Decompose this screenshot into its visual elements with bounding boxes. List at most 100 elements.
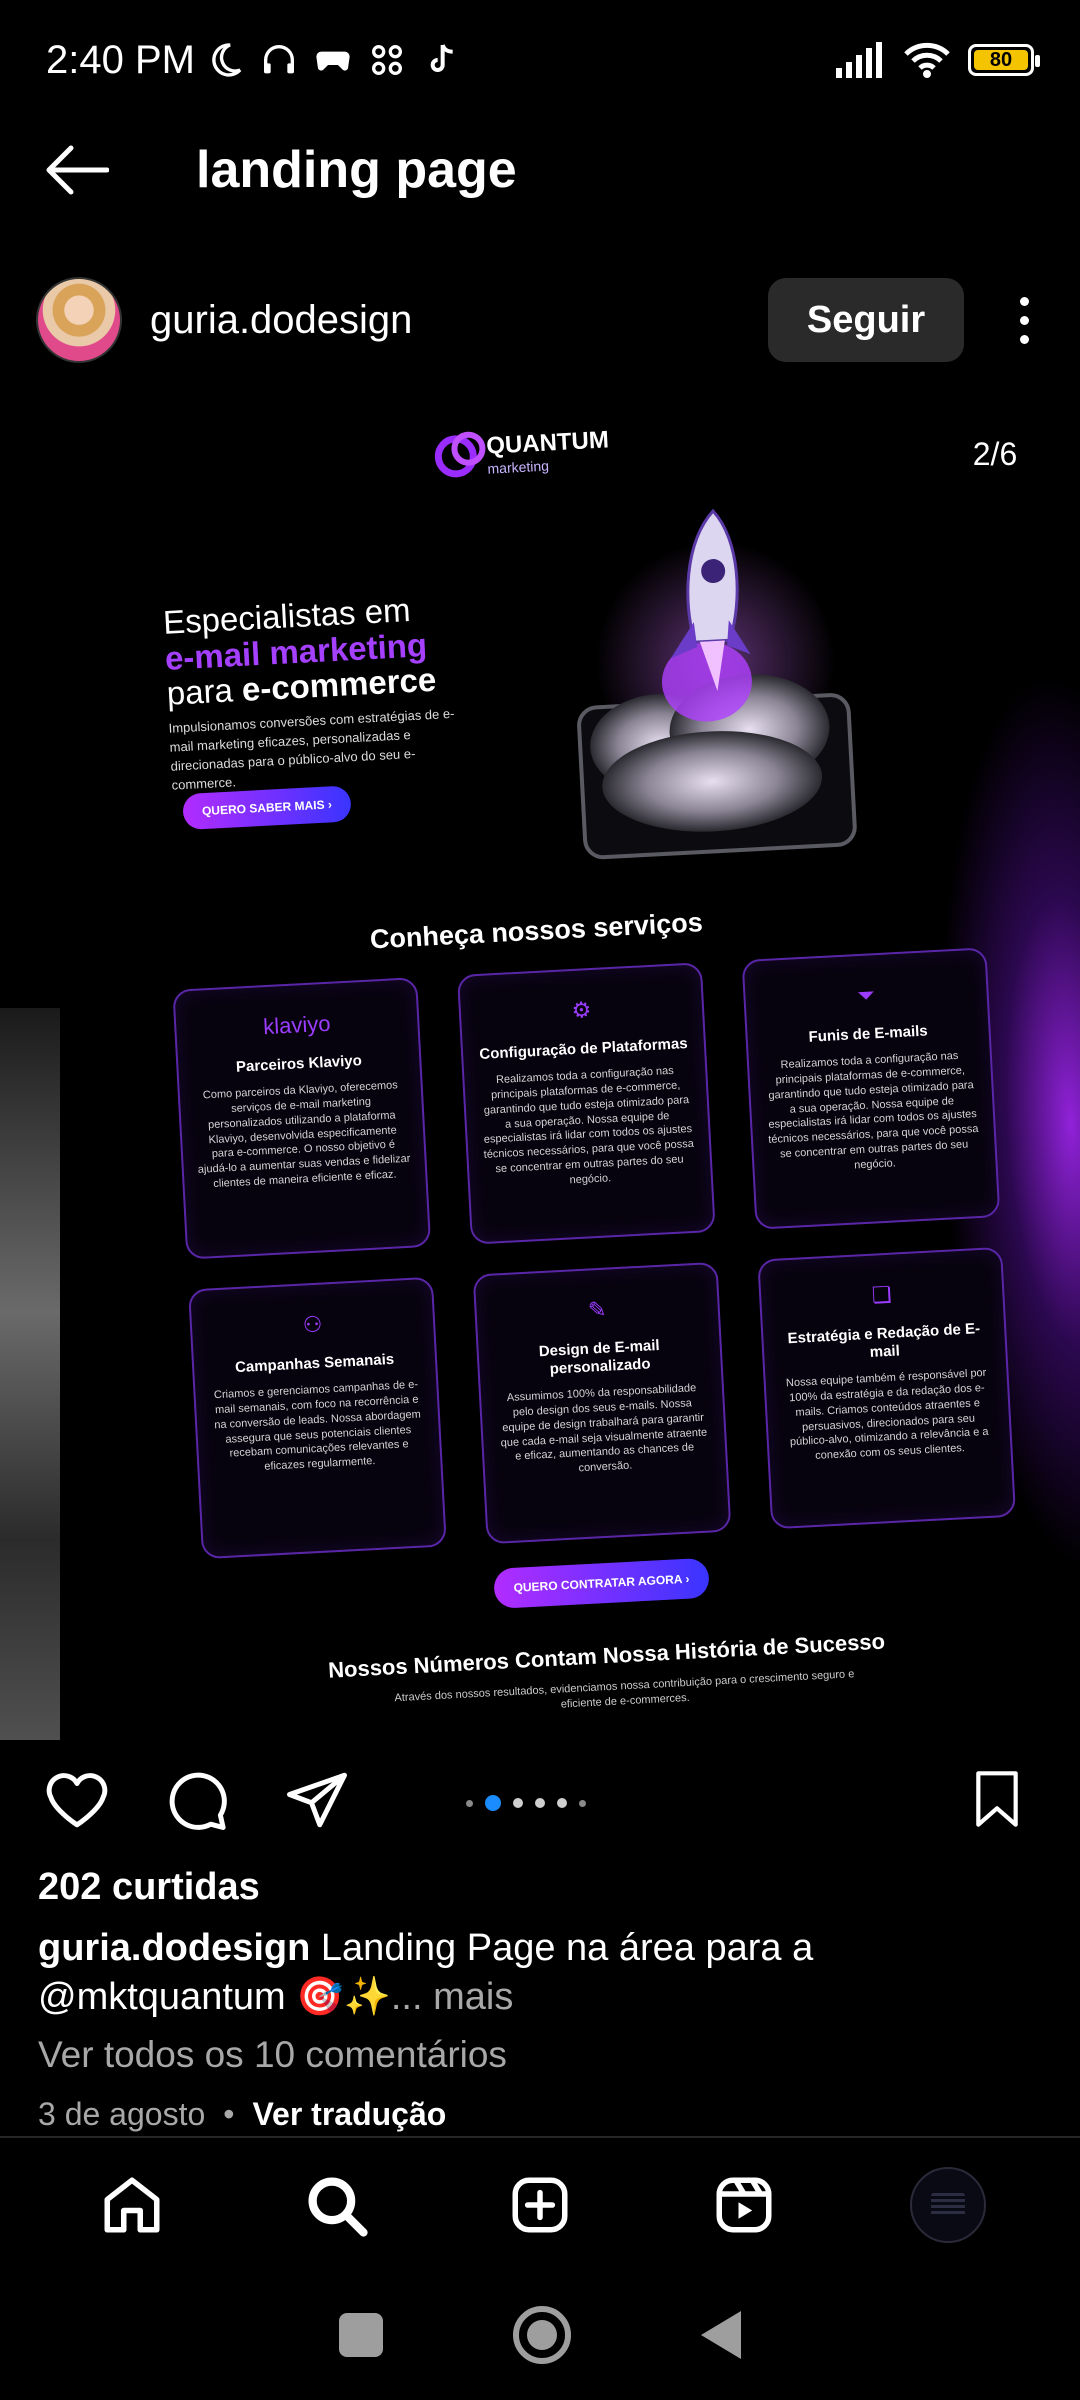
follow-button[interactable]: Seguir — [768, 278, 964, 362]
app-grid-icon — [371, 45, 402, 76]
service-card-title: Parceiros Klaviyo — [235, 1052, 363, 1076]
service-card-title: Estratégia e Redação de E-mail — [787, 1320, 981, 1361]
arrow-left-icon — [46, 145, 109, 195]
carousel-dot-active — [485, 1795, 501, 1811]
service-card-title: Funis de E-mails — [808, 1022, 929, 1046]
service-card: ✎ Design de E-mail personalizado Assumim… — [472, 1261, 732, 1545]
hero-line-3a: para — [165, 671, 243, 713]
hero-description: Impulsionamos conversões com estratégias… — [168, 705, 455, 793]
service-card-desc: Realizamos toda a configuração nas princ… — [483, 1064, 695, 1187]
tiktok-icon — [430, 44, 453, 72]
status-icons-left — [205, 40, 461, 80]
nav-search[interactable] — [291, 2160, 381, 2250]
carousel-indicator — [466, 1795, 586, 1811]
service-card-title: Campanhas Semanais — [234, 1350, 395, 1377]
profile-avatar-image — [931, 2193, 965, 2217]
meta-separator: • — [223, 2096, 235, 2132]
save-button[interactable] — [962, 1764, 1032, 1834]
magic-wand-icon: ✎ — [587, 1296, 608, 1323]
nav-home[interactable] — [87, 2160, 177, 2250]
bookmark-icon — [976, 1771, 1018, 1827]
service-card: ⏷ Funis de E-mails Realizamos toda a con… — [741, 947, 1001, 1230]
avatar[interactable] — [36, 277, 122, 363]
nav-profile[interactable] — [903, 2160, 993, 2250]
rocket-illustration — [577, 508, 857, 860]
heart-icon — [46, 1773, 108, 1828]
search-icon — [308, 2177, 368, 2237]
hero-title: Especialistas em e-mail marketing para e… — [162, 591, 437, 712]
likes-count[interactable]: 202 curtidas — [38, 1866, 260, 1909]
home-dot-icon — [527, 2320, 557, 2350]
nav-create[interactable] — [495, 2160, 585, 2250]
caption-more-link[interactable]: ... mais — [391, 1976, 513, 2018]
gamepad-icon — [316, 51, 350, 71]
carousel-dot — [535, 1798, 545, 1808]
carousel-dot — [557, 1798, 567, 1808]
post-username[interactable]: guria.dodesign — [150, 298, 412, 343]
send-icon — [287, 1772, 347, 1828]
post-media[interactable]: QUANTUM marketing Especialistas em e-mai… — [0, 388, 1080, 1740]
service-card-desc: Realizamos toda a configuração nas princ… — [768, 1049, 979, 1172]
service-card: klaviyo Parceiros Klaviyo Como parceiros… — [172, 977, 432, 1260]
comment-icon — [169, 1772, 227, 1830]
more-dot-icon — [1019, 296, 1029, 306]
comment-button[interactable] — [162, 1765, 232, 1835]
battery-icon: 80 — [968, 44, 1040, 76]
status-bar: 2:40 PM 80 — [0, 0, 1080, 120]
carousel-dot — [513, 1798, 523, 1808]
page-header: landing page — [0, 120, 1080, 220]
page-title: landing page — [196, 141, 517, 199]
chat-bubbles-icon: ❏ — [871, 1281, 893, 1308]
caption-username[interactable]: guria.dodesign — [38, 1927, 310, 1969]
carousel-counter: 2/6 — [950, 428, 1040, 480]
more-dot-icon — [1019, 334, 1029, 344]
service-card-desc: Nossa equipe também é responsável por 10… — [785, 1366, 989, 1463]
nav-reels[interactable] — [699, 2160, 789, 2250]
signal-icon — [836, 42, 882, 78]
profile-avatar — [910, 2167, 986, 2243]
post-header: guria.dodesign Seguir — [0, 270, 1080, 370]
previous-slide-peek — [0, 1008, 60, 1740]
logo-mark-icon — [433, 434, 478, 479]
view-comments-link[interactable]: Ver todos os 10 comentários — [38, 2034, 507, 2076]
status-time: 2:40 PM — [46, 37, 195, 82]
carousel-dot — [579, 1799, 586, 1807]
service-card: ⚇ Campanhas Semanais Criamos e gerenciam… — [188, 1276, 447, 1560]
headphones-icon — [263, 45, 294, 74]
post-meta: 3 de agosto • Ver tradução — [38, 2096, 446, 2133]
services-title: Conheça nossos serviços — [369, 907, 704, 955]
bottom-nav — [0, 2160, 1080, 2250]
service-card-desc: Como parceiros da Klaviyo, oferecemos se… — [197, 1079, 411, 1191]
services-grid: klaviyo Parceiros Klaviyo Como parceiros… — [172, 946, 1041, 1560]
service-card-title: Configuração de Plataformas — [479, 1035, 688, 1063]
recents-button[interactable] — [339, 2313, 383, 2357]
hire-now-button: QUERO CONTRATAR AGORA › — [493, 1557, 710, 1609]
network-icon: ⚇ — [302, 1311, 324, 1338]
back-system-button[interactable] — [701, 2311, 741, 2359]
funnel-icon: ⏷ — [856, 982, 876, 1009]
service-card-desc: Criamos e gerenciamos campanhas de e-mai… — [213, 1378, 422, 1473]
quantum-logo: QUANTUM marketing — [433, 426, 611, 479]
service-card-title: Design de E-mail personalizado — [538, 1336, 661, 1378]
hero-cta-button: QUERO SABER MAIS › — [182, 785, 352, 831]
create-icon — [512, 2177, 568, 2233]
home-system-button[interactable] — [513, 2306, 571, 2364]
carousel-dot — [466, 1799, 473, 1807]
share-button[interactable] — [282, 1765, 352, 1835]
moon-icon — [212, 43, 242, 77]
service-card: ❏ Estratégia e Redação de E-mail Nossa e… — [757, 1246, 1017, 1530]
landing-page-image: QUANTUM marketing Especialistas em e-mai… — [102, 388, 1080, 1740]
post-date: 3 de agosto — [38, 2096, 206, 2132]
battery-level: 80 — [974, 49, 1028, 71]
translate-link[interactable]: Ver tradução — [252, 2096, 446, 2133]
back-button[interactable] — [36, 130, 116, 210]
home-icon — [104, 2177, 160, 2233]
service-card-desc: Assumimos 100% da responsabilidade pelo … — [500, 1382, 708, 1475]
more-dot-icon — [1019, 315, 1029, 325]
service-card: ⚙ Configuração de Plataformas Realizamos… — [456, 962, 716, 1245]
like-button[interactable] — [42, 1765, 112, 1835]
reels-icon — [716, 2177, 772, 2233]
status-right: 80 — [836, 42, 1040, 78]
wifi-icon — [904, 42, 950, 78]
more-options-button[interactable] — [1004, 280, 1044, 360]
